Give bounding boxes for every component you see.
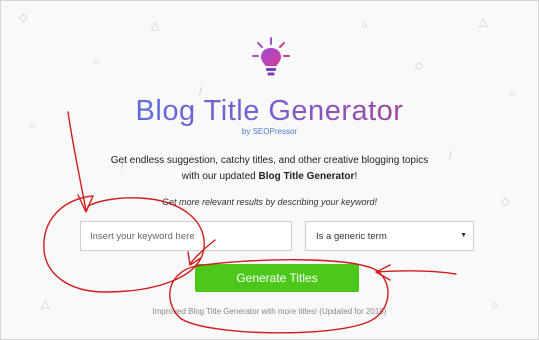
intro-line-2-prefix: with our updated	[181, 171, 259, 182]
update-note: Improved Blog Title Generator with more …	[152, 307, 387, 316]
decor-shape: ○	[93, 56, 100, 68]
generate-titles-button[interactable]: Generate Titles	[195, 264, 359, 292]
decor-shape: ◇	[19, 12, 28, 24]
keyword-type-select[interactable]: Is a generic term ▼	[305, 221, 474, 251]
page-frame: ◇ ○ △ / ○ ◇ △ ○ ○ / / ◇ △ ○ Blog Title G…	[0, 0, 539, 340]
hint-text: Get more relevant results by describing …	[161, 197, 378, 207]
decor-shape: △	[151, 20, 160, 32]
lightbulb-icon	[251, 37, 291, 79]
intro-line-2-suffix: !	[354, 171, 358, 182]
intro-line-2: with our updated Blog Title Generator!	[1, 169, 538, 185]
page-title: Blog Title Generator	[1, 95, 538, 128]
decor-shape: ○	[361, 20, 368, 32]
byline-link[interactable]: by SEOPressor	[1, 127, 538, 136]
intro-line-2-bold: Blog Title Generator	[258, 171, 355, 182]
keyword-input[interactable]	[80, 221, 292, 251]
decor-shape: △	[479, 16, 488, 28]
intro-text: Get endless suggestion, catchy titles, a…	[1, 153, 538, 185]
caret-down-icon: ▼	[460, 232, 467, 239]
keyword-type-value: Is a generic term	[316, 230, 387, 242]
intro-line-1: Get endless suggestion, catchy titles, a…	[110, 155, 429, 166]
decor-shape: ◇	[415, 60, 424, 72]
